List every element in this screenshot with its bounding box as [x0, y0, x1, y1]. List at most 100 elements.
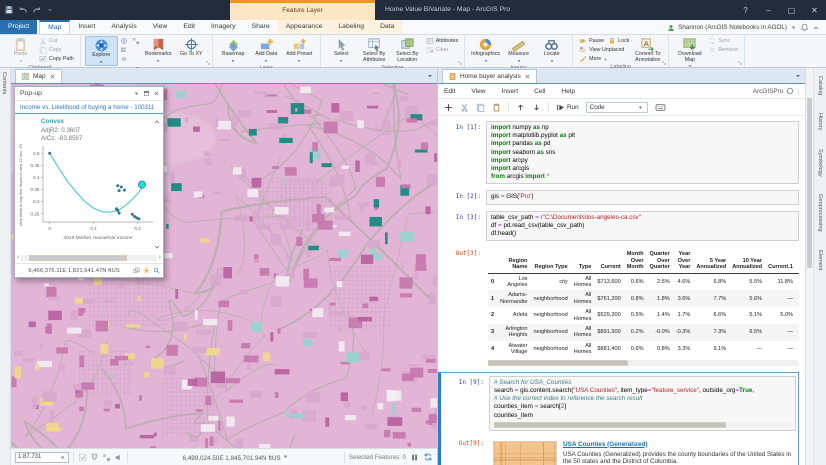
map-canvas[interactable]: Pop-up Income vs. Likelihood of buying a…: [11, 84, 437, 448]
dock-tab-symbology[interactable]: Symbology: [816, 145, 824, 181]
select-button[interactable]: Select: [325, 36, 358, 64]
menu-help[interactable]: Help: [561, 88, 575, 95]
dock-tab-history[interactable]: History: [816, 109, 824, 134]
add-data-button[interactable]: Add Data: [250, 36, 283, 64]
ribbon-tab-project[interactable]: Project: [0, 20, 37, 34]
explore-button[interactable]: Explore: [85, 36, 118, 66]
convert-to-annotation-button[interactable]: AConvert To Annotation: [631, 36, 664, 63]
pause-drawing-icon[interactable]: [410, 453, 419, 462]
popup-hscrollbar[interactable]: ‹ ›: [15, 253, 163, 263]
ribbon-tab-appearance[interactable]: Appearance: [278, 20, 331, 34]
cursor-coordinates[interactable]: 6,499,024.50E 1,845,701.94N ftUS: [132, 453, 340, 462]
cut-button[interactable]: Cut: [39, 37, 57, 45]
scale-select[interactable]: 1:87,731: [15, 452, 69, 463]
dialog-launcher-icon[interactable]: [457, 60, 463, 66]
tool-button[interactable]: [132, 37, 140, 45]
go-to-xy-button[interactable]: Go To XY: [175, 36, 208, 58]
output-hscrollbar[interactable]: [488, 360, 799, 366]
popup-dock-icon[interactable]: [143, 90, 150, 97]
ribbon-tab-data[interactable]: Data: [372, 20, 402, 34]
ribbon-tab-insert[interactable]: Insert: [70, 20, 103, 34]
notebook-cell[interactable]: Out[3]:Region NameRegion TypeTypeCurrent…: [438, 247, 799, 365]
bookmarks-button[interactable]: Bookmarks: [142, 36, 175, 64]
ribbon-tab-share[interactable]: Share: [244, 20, 278, 34]
help-button[interactable]: ?: [734, 0, 757, 20]
notebook-tab[interactable]: Home buyer analysis: [442, 69, 537, 83]
add-cell-icon[interactable]: [444, 103, 453, 112]
map-tab-close-icon[interactable]: [49, 73, 56, 80]
scroll-right-icon[interactable]: ›: [159, 255, 161, 261]
dock-tab-geoprocessing[interactable]: Geoprocessing: [816, 190, 824, 236]
select-by-attributes-button[interactable]: Select By Attributes: [358, 36, 391, 63]
notebook-cell[interactable]: In [2]:gis = GIS('Pro'): [438, 190, 799, 204]
notebook-tab-menu-icon[interactable]: [794, 72, 802, 80]
notebook-cell[interactable]: Out[9]:USA Counties (Generalized)USA Cou…: [441, 437, 796, 465]
copy-button[interactable]: Copy: [39, 46, 61, 54]
run-button[interactable]: Run: [556, 103, 579, 112]
cell-hscroll-thumb[interactable]: [494, 422, 726, 428]
tool-button[interactable]: [120, 46, 128, 54]
code-editor[interactable]: table_csv_path = r"C:\Documents\los-ange…: [486, 211, 799, 242]
account-caret-icon[interactable]: [790, 24, 797, 31]
ribbon-tab-analysis[interactable]: Analysis: [103, 20, 144, 34]
notebook-tab-close-icon[interactable]: [524, 73, 531, 80]
map-view-tab[interactable]: Map: [15, 69, 62, 83]
notebook-cell[interactable]: In [9]:# Search for USA_Countiessearch =…: [441, 376, 796, 431]
cell-hscrollbar[interactable]: [494, 422, 791, 428]
dataframe-scroll[interactable]: Region NameRegion TypeTypeCurrentMonth O…: [488, 249, 799, 357]
more-button[interactable]: More: [579, 55, 608, 63]
cell-type-select[interactable]: Code: [586, 102, 648, 113]
copy-path-button[interactable]: Copy Path: [39, 55, 74, 63]
popup-scroll-up-icon[interactable]: [153, 118, 161, 126]
cut-cell-icon[interactable]: [460, 103, 469, 112]
save-icon[interactable]: [4, 5, 14, 15]
measure-button[interactable]: Measure: [502, 36, 535, 64]
dock-tab-element[interactable]: Element: [816, 246, 824, 275]
notebook-vscrollbar[interactable]: [806, 68, 814, 465]
code-editor[interactable]: import numpy as npimport matplotlib.pypl…: [486, 121, 799, 184]
selection-grid-icon[interactable]: [78, 453, 87, 462]
ribbon-tab-edit[interactable]: Edit: [175, 20, 203, 34]
dialog-launcher-icon[interactable]: [661, 60, 667, 66]
account-area[interactable]: Shannon (ArcGIS Notebooks in AGOL): [667, 21, 820, 34]
download-map-button[interactable]: Download Map: [673, 36, 706, 69]
infographics-button[interactable]: Infographics: [469, 36, 502, 64]
minimize-button[interactable]: –: [757, 0, 780, 20]
select-by-location-button[interactable]: Select By Location: [391, 36, 424, 63]
popup-close-icon[interactable]: [153, 90, 160, 97]
ribbon-tab-view[interactable]: View: [145, 20, 176, 34]
popup-hscroll-thumb[interactable]: [29, 255, 126, 261]
move-cell-down-icon[interactable]: [532, 103, 541, 112]
code-editor[interactable]: # Search for USA_Countiessearch = gis.co…: [489, 376, 796, 431]
view-unplaced-button[interactable]: View Unplaced: [579, 46, 624, 54]
notebook-vscroll-thumb[interactable]: [807, 98, 812, 268]
notebook-cell[interactable]: In [1]:import numpy as npimport matplotl…: [438, 121, 799, 184]
ribbon-tab-map[interactable]: Map: [39, 20, 70, 34]
notebook-cell[interactable]: In [3]:table_csv_path = r"C:\Documents\l…: [438, 211, 799, 242]
menu-cell[interactable]: Cell: [534, 88, 545, 95]
view-tab-menu-icon[interactable]: [426, 72, 434, 80]
refresh-icon[interactable]: [423, 452, 433, 462]
keyboard-shortcuts-icon[interactable]: [655, 102, 666, 113]
close-button[interactable]: ✕: [803, 0, 826, 20]
dock-tab-catalog[interactable]: Catalog: [816, 72, 824, 99]
grid-icon[interactable]: [102, 453, 111, 462]
clear-button[interactable]: Clear: [426, 46, 449, 54]
locate-button[interactable]: Locate: [535, 36, 568, 64]
add-preset-button[interactable]: Add Preset: [283, 36, 316, 64]
audio-icon[interactable]: [114, 453, 123, 462]
coords-caret-icon[interactable]: [282, 453, 289, 460]
flash-location-icon[interactable]: [143, 267, 150, 274]
scroll-left-icon[interactable]: ‹: [17, 255, 19, 261]
tool-button[interactable]: [120, 55, 128, 63]
pause-button[interactable]: Pause: [579, 37, 604, 45]
popup-menu-icon[interactable]: [133, 90, 140, 97]
undo-icon[interactable]: [18, 5, 28, 15]
paste-cell-icon[interactable]: [492, 103, 501, 112]
maximize-button[interactable]: ▢: [780, 0, 803, 20]
menu-view[interactable]: View: [471, 88, 485, 95]
overlap-icon[interactable]: [133, 267, 140, 274]
move-cell-up-icon[interactable]: [516, 103, 525, 112]
sync-button[interactable]: Sync: [708, 37, 730, 45]
lock-button[interactable]: Lock: [608, 37, 629, 45]
